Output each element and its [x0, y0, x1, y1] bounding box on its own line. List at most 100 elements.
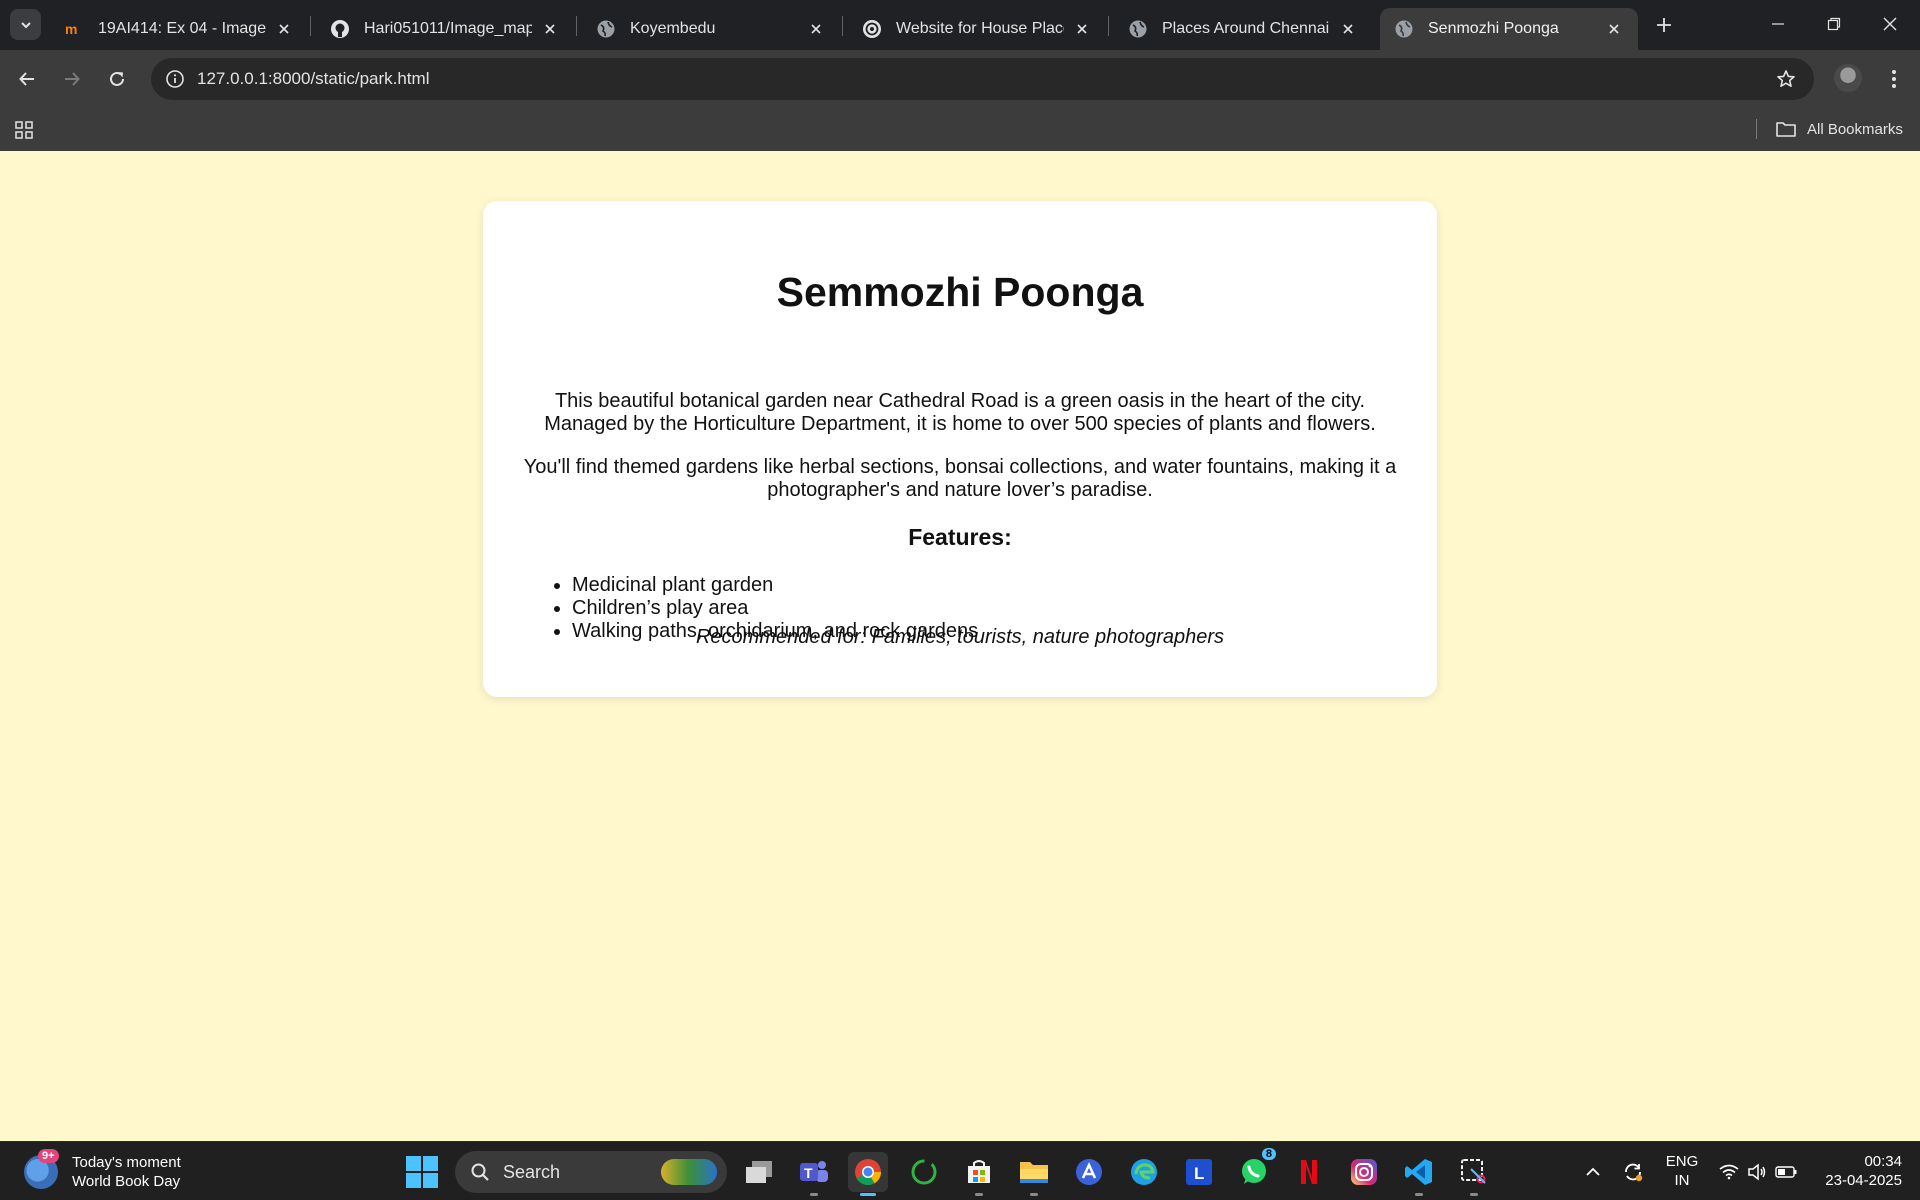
svg-text:m: m — [65, 21, 77, 37]
instagram-app[interactable] — [1344, 1152, 1384, 1192]
active-indicator — [860, 1193, 876, 1196]
forward-button[interactable] — [55, 62, 89, 96]
info-icon[interactable] — [163, 67, 187, 91]
close-icon[interactable] — [1338, 19, 1358, 39]
url-text[interactable]: 127.0.0.1:8000/static/park.html — [197, 69, 429, 89]
close-window-button[interactable] — [1862, 0, 1918, 48]
clock-date: 23-04-2025 — [1825, 1172, 1902, 1189]
clock[interactable]: 00:34 23-04-2025 — [1812, 1152, 1902, 1190]
moodle-icon: m — [64, 19, 84, 39]
minimize-button[interactable] — [1750, 0, 1806, 48]
restore-button[interactable] — [1806, 0, 1862, 48]
all-bookmarks-button[interactable]: All Bookmarks — [1775, 116, 1903, 142]
close-icon[interactable] — [1072, 19, 1092, 39]
widget-title: Today's moment — [72, 1154, 181, 1171]
content-card: Semmozhi Poonga This beautiful botanical… — [483, 201, 1437, 697]
page-viewport: Semmozhi Poonga This beautiful botanical… — [0, 151, 1920, 1141]
chrome-app[interactable] — [848, 1152, 888, 1196]
recommended-note: Recommended for: Families, tourists, nat… — [695, 626, 1225, 648]
widgets-button[interactable]: 9+ Today's moment World Book Day — [24, 1149, 181, 1194]
search-highlight-image — [661, 1159, 717, 1185]
tab-semmozhi-poonga[interactable]: Senmozhi Poonga — [1380, 8, 1638, 50]
close-icon[interactable] — [806, 19, 826, 39]
minimize-icon — [1772, 23, 1784, 25]
start-button[interactable] — [406, 1156, 438, 1188]
region-code: IN — [1674, 1172, 1690, 1189]
whatsapp-badge: 8 — [1261, 1148, 1276, 1160]
globe-icon — [1128, 19, 1148, 39]
tab-koyembedu[interactable]: Koyembedu — [582, 8, 840, 50]
tab-divider — [842, 16, 843, 36]
arc-app[interactable] — [1069, 1152, 1109, 1192]
running-indicator — [1415, 1193, 1423, 1196]
running-indicator — [975, 1193, 983, 1196]
sync-tray-button[interactable] — [1616, 1142, 1650, 1200]
task-view-icon — [746, 1161, 772, 1183]
whatsapp-icon — [1242, 1159, 1266, 1184]
globe-icon — [596, 19, 616, 39]
netflix-app[interactable] — [1289, 1152, 1329, 1192]
tab-title: Hari051011/Image_map — [364, 20, 532, 37]
refresh-app[interactable] — [904, 1152, 944, 1192]
language-indicator[interactable]: ENG IN — [1660, 1152, 1704, 1190]
teams-app[interactable]: T — [794, 1152, 834, 1196]
bookmarks-divider — [1756, 119, 1757, 139]
new-tab-button[interactable] — [1650, 11, 1678, 39]
instagram-icon — [1351, 1159, 1377, 1185]
arrow-right-icon — [65, 72, 80, 86]
tab-github[interactable]: Hari051011/Image_map — [316, 8, 574, 50]
reload-button[interactable] — [100, 62, 134, 96]
volume-tray-button[interactable] — [1742, 1142, 1772, 1200]
tab-imagemap[interactable]: m 19AI414: Ex 04 - Imagemap — [50, 8, 308, 50]
edge-app[interactable] — [1124, 1152, 1164, 1192]
teams-icon: T — [800, 1161, 828, 1182]
vscode-icon — [1405, 1159, 1432, 1185]
all-bookmarks-label: All Bookmarks — [1807, 120, 1903, 138]
themes-paragraph: You'll find themed gardens like herbal s… — [523, 456, 1397, 501]
circular-arrow-icon — [911, 1159, 937, 1185]
letter-l-icon: L — [1186, 1159, 1212, 1185]
windows-logo-icon — [406, 1156, 421, 1171]
folder-icon — [1020, 1162, 1048, 1183]
close-icon[interactable] — [1604, 19, 1624, 39]
vscode-app[interactable] — [1399, 1152, 1439, 1196]
back-button[interactable] — [10, 62, 44, 96]
language-code: ENG — [1665, 1153, 1699, 1170]
wifi-icon — [1719, 1164, 1739, 1179]
reload-icon — [110, 71, 124, 86]
snipping-tool-app[interactable] — [1454, 1152, 1494, 1196]
browser-toolbar: 127.0.0.1:8000/static/park.html — [0, 50, 1920, 108]
tab-house-places[interactable]: Website for House Places — [848, 8, 1106, 50]
features-heading: Features: — [908, 524, 1012, 550]
file-explorer-app[interactable] — [1014, 1152, 1054, 1196]
taskbar-search[interactable]: Search — [455, 1151, 727, 1193]
close-icon[interactable] — [274, 19, 294, 39]
show-hidden-icons-button[interactable] — [1578, 1142, 1608, 1200]
battery-tray-button[interactable] — [1770, 1142, 1802, 1200]
whatsapp-app[interactable]: 8 — [1234, 1148, 1276, 1192]
svg-text:T: T — [804, 1165, 813, 1181]
close-icon[interactable] — [540, 19, 560, 39]
browser-menu-button[interactable] — [1880, 64, 1908, 94]
taskbar: 9+ Today's moment World Book Day Search … — [0, 1141, 1920, 1200]
bookmark-star-icon[interactable] — [1774, 67, 1798, 91]
tab-divider — [1108, 16, 1109, 36]
widget-subtitle: World Book Day — [72, 1173, 181, 1190]
apps-grid-icon[interactable] — [12, 118, 36, 142]
tab-search-button[interactable] — [10, 9, 41, 40]
task-view-button[interactable] — [739, 1152, 779, 1192]
folder-icon — [1775, 119, 1797, 139]
running-indicator — [1030, 1193, 1038, 1196]
github-icon — [330, 19, 350, 39]
microsoft-store-app[interactable] — [959, 1152, 999, 1196]
address-bar[interactable]: 127.0.0.1:8000/static/park.html — [151, 58, 1814, 100]
globe-icon — [1394, 19, 1414, 39]
tab-places-chennai[interactable]: Places Around Chennai — [1114, 8, 1372, 50]
more-vertical-icon — [1892, 70, 1896, 88]
running-indicator — [1470, 1193, 1478, 1196]
l-app[interactable]: L — [1179, 1152, 1219, 1192]
wifi-tray-button[interactable] — [1714, 1142, 1744, 1200]
bookmarks-bar: All Bookmarks — [0, 108, 1920, 151]
tab-title: 19AI414: Ex 04 - Imagemap — [98, 20, 266, 37]
profile-avatar[interactable] — [1834, 64, 1862, 92]
